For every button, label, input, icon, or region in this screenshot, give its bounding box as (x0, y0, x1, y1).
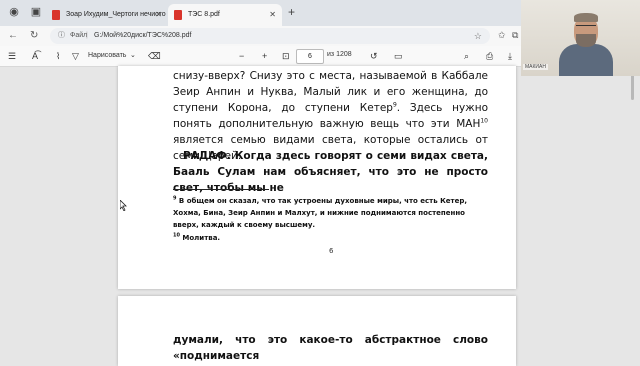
back-icon[interactable]: ← (8, 30, 18, 42)
address-bar[interactable]: ⓘ Файл | G:/Мой%20диск/ТЭС%208.pdf ☆ (50, 28, 490, 44)
presenter-body (559, 44, 613, 76)
pdf-page: снизу-вверх? Снизу это с места, называем… (118, 66, 516, 289)
tab-title: Зоар Ихудим_Чертоги нечисто (66, 11, 166, 18)
workspaces-icon[interactable]: ▣ (30, 6, 42, 18)
info-icon[interactable]: ⓘ (58, 28, 65, 44)
chevron-down-icon[interactable]: ⌄ (130, 50, 136, 62)
footnote-10: 10 Молитва. (173, 232, 221, 242)
pdf-page: думали, что это какое-то абстрактное сло… (118, 296, 516, 366)
fit-page-icon[interactable]: ⊡ (282, 50, 290, 62)
webcam-label: МАКИАН (523, 64, 548, 70)
favorites-icon[interactable]: ✩ (498, 30, 506, 41)
close-icon[interactable]: ✕ (269, 4, 276, 26)
tab-title: ТЭС 8.pdf (188, 11, 220, 18)
two-page-icon[interactable]: ▭ (394, 50, 403, 62)
footnote-divider (173, 189, 269, 190)
pdf-file-icon (174, 10, 182, 20)
pdf-file-icon (52, 10, 60, 20)
zoom-in-icon[interactable]: + (262, 50, 267, 62)
close-icon[interactable]: ✕ (155, 4, 162, 26)
footnote-9: 9 В общем он сказал, что так устроены ду… (173, 195, 468, 229)
print-icon[interactable]: ⎙ (486, 50, 493, 62)
vertical-scrollbar[interactable] (630, 66, 636, 360)
draw-label[interactable]: Нарисовать (88, 50, 126, 62)
contents-icon[interactable]: ☰ (8, 50, 16, 62)
profile-icon[interactable]: ◉ (8, 6, 20, 18)
search-icon[interactable]: ⌕ (464, 50, 469, 62)
page-number: 6 (329, 247, 334, 255)
save-icon[interactable]: ⤓ (508, 50, 512, 62)
highlight-icon[interactable]: ⌇ (56, 50, 60, 62)
page-number-input[interactable]: 6 (296, 49, 324, 64)
eraser-icon[interactable]: ⌫ (148, 50, 161, 62)
bold-paragraph: думали, что это какое-то абстрактное сло… (173, 334, 488, 362)
tab-zohar[interactable]: Зоар Ихудим_Чертоги нечисто ✕ (46, 4, 168, 26)
rotate-icon[interactable]: ↺ (370, 50, 378, 62)
collections-icon[interactable]: ⧉ (512, 30, 518, 41)
refresh-icon[interactable]: ↻ (30, 30, 38, 42)
mouse-cursor-icon (119, 198, 127, 216)
favorite-icon[interactable]: ☆ (474, 28, 482, 44)
read-aloud-icon[interactable]: A͡ (32, 50, 38, 62)
zoom-out-icon[interactable]: − (239, 50, 244, 62)
file-label: Файл (70, 32, 88, 39)
url-text[interactable]: G:/Мой%20диск/ТЭС%208.pdf (94, 28, 192, 44)
webcam-overlay: МАКИАН (521, 0, 640, 76)
draw-icon[interactable]: ▽ (72, 50, 79, 62)
page-count: из 1208 (327, 51, 352, 58)
new-tab-icon[interactable]: + (288, 5, 295, 19)
tab-tes8[interactable]: ТЭС 8.pdf ✕ (168, 4, 282, 26)
